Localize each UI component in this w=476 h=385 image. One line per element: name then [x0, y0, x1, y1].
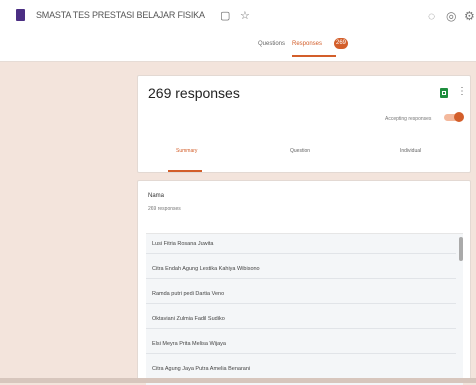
more-vert-icon[interactable]: ⋮ [457, 86, 467, 97]
sheets-icon[interactable] [440, 88, 448, 98]
question-summary-card: Nama 269 responses Lusi Fitria Rosana Ju… [137, 180, 471, 385]
accepting-responses-label: Accepting responses [385, 116, 432, 122]
answer-list[interactable]: Lusi Fitria Rosana Juwita Citra Endah Ag… [146, 233, 463, 385]
question-label: Nama [148, 193, 165, 199]
responses-summary-card: 269 responses ⋮ Accepting responses Summ… [137, 75, 471, 173]
palette-icon[interactable]: ◌ [428, 9, 435, 23]
toggle-knob[interactable] [454, 112, 464, 122]
list-item: Lusi Fitria Rosana Juwita [146, 234, 456, 254]
eye-icon[interactable]: ◎ [446, 9, 456, 23]
settings-icon[interactable]: ⚙ [464, 9, 475, 23]
subtab-question[interactable]: Question [290, 148, 310, 154]
star-icon[interactable]: ☆ [240, 9, 250, 22]
list-item: Oktaviani Zulmia Fadil Sudiko [146, 309, 456, 329]
subtab-individual[interactable]: Individual [400, 148, 421, 154]
list-item: Elsi Meyra Prita Melisa Wijaya [146, 334, 456, 354]
form-title[interactable]: SMASTA TES PRESTASI BELAJAR FISIKA [36, 10, 205, 20]
bottom-edge [0, 378, 476, 383]
subtab-active-indicator [168, 170, 202, 172]
list-item: Ramda putri pedi Dartia Veno [146, 284, 456, 304]
form-doc-icon[interactable] [16, 9, 25, 21]
responses-count: 269 responses [148, 85, 240, 101]
subtab-summary[interactable]: Summary [176, 148, 197, 154]
list-item: Citra Agung Jaya Putra Amelia Benarani [146, 359, 456, 379]
question-response-count: 269 responses [148, 206, 181, 212]
tab-questions[interactable]: Questions [258, 41, 285, 47]
responses-count-badge: 269 [334, 38, 349, 49]
form-tabs: Questions Responses 269 [0, 33, 476, 62]
tab-responses[interactable]: Responses [292, 41, 322, 47]
scrollbar[interactable] [459, 237, 463, 261]
folder-icon[interactable]: ▢ [220, 9, 230, 22]
top-bar: SMASTA TES PRESTASI BELAJAR FISIKA ▢ ☆ ◌… [0, 0, 476, 33]
tab-active-indicator [292, 55, 336, 57]
list-item: Citra Endah Agung Lestika Kahiya Wibison… [146, 259, 456, 279]
